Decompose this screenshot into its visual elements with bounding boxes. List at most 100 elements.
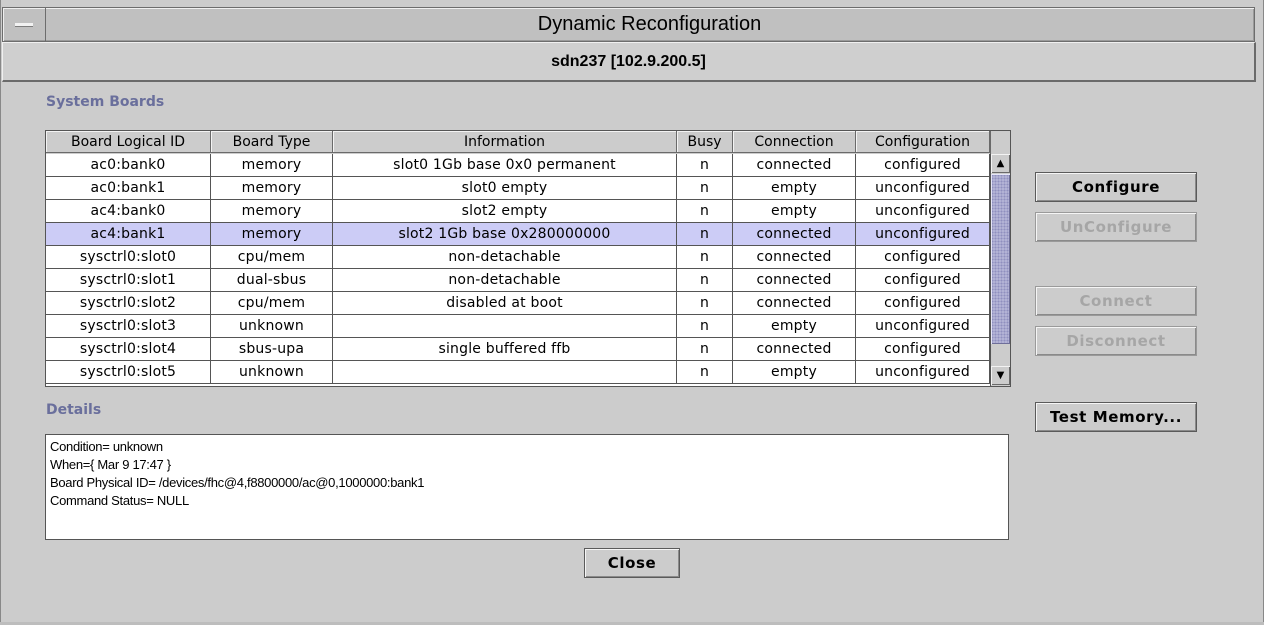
cell-information: disabled at boot	[333, 292, 677, 315]
cell-board-type: unknown	[211, 361, 333, 384]
cell-board-type: unknown	[211, 315, 333, 338]
host-label: sdn237 [102.9.200.5]	[551, 53, 706, 70]
title-bar[interactable]: Dynamic Reconfiguration	[2, 7, 1255, 42]
cell-configuration: configured	[856, 246, 990, 269]
table-row-selected[interactable]: ac4:bank1 memory slot2 1Gb base 0x280000…	[46, 223, 990, 246]
table-scrollbar[interactable]: ▲ ▼	[990, 154, 1010, 386]
cell-configuration: unconfigured	[856, 200, 990, 223]
details-label: Details	[46, 402, 102, 418]
window-title: Dynamic Reconfiguration	[537, 13, 762, 35]
cell-connection: connected	[733, 292, 856, 315]
cell-busy: n	[677, 200, 733, 223]
cell-board-type: cpu/mem	[211, 246, 333, 269]
cell-configuration: configured	[856, 292, 990, 315]
cell-busy: n	[677, 315, 733, 338]
host-header: sdn237 [102.9.200.5]	[2, 42, 1256, 82]
table-row[interactable]: sysctrl0:slot2 cpu/mem disabled at boot …	[46, 292, 990, 315]
cell-board-type: memory	[211, 223, 333, 246]
cell-connection: connected	[733, 223, 856, 246]
column-header-information[interactable]: Information	[333, 131, 677, 153]
cell-busy: n	[677, 269, 733, 292]
cell-busy: n	[677, 177, 733, 200]
scroll-down-arrow-icon[interactable]: ▼	[991, 366, 1010, 385]
table-row[interactable]: sysctrl0:slot1 dual-sbus non-detachable …	[46, 269, 990, 292]
cell-configuration: unconfigured	[856, 361, 990, 384]
cell-configuration: unconfigured	[856, 223, 990, 246]
cell-configuration: configured	[856, 154, 990, 177]
cell-connection: empty	[733, 361, 856, 384]
cell-connection: connected	[733, 269, 856, 292]
cell-information: non-detachable	[333, 269, 677, 292]
cell-configuration: unconfigured	[856, 177, 990, 200]
cell-board-logical-id: sysctrl0:slot4	[46, 338, 211, 361]
system-boards-table: Board Logical ID Board Type Information …	[45, 130, 1011, 387]
cell-board-type: memory	[211, 154, 333, 177]
cell-board-type: sbus-upa	[211, 338, 333, 361]
cell-board-logical-id: sysctrl0:slot1	[46, 269, 211, 292]
cell-information: slot0 1Gb base 0x0 permanent	[333, 154, 677, 177]
cell-busy: n	[677, 246, 733, 269]
table-row[interactable]: sysctrl0:slot3 unknown n empty unconfigu…	[46, 315, 990, 338]
table-row[interactable]: ac4:bank0 memory slot2 empty n empty unc…	[46, 200, 990, 223]
table-row[interactable]: sysctrl0:slot4 sbus-upa single buffered …	[46, 338, 990, 361]
cell-connection: connected	[733, 246, 856, 269]
cell-information: non-detachable	[333, 246, 677, 269]
column-header-busy[interactable]: Busy	[677, 131, 733, 153]
unconfigure-button[interactable]: UnConfigure	[1035, 212, 1197, 242]
cell-board-logical-id: ac4:bank1	[46, 223, 211, 246]
table-row[interactable]: ac0:bank1 memory slot0 empty n empty unc…	[46, 177, 990, 200]
scrollbar-thumb[interactable]	[991, 174, 1010, 344]
cell-connection: connected	[733, 338, 856, 361]
cell-board-logical-id: ac4:bank0	[46, 200, 211, 223]
column-header-board-type[interactable]: Board Type	[211, 131, 333, 153]
cell-board-logical-id: sysctrl0:slot5	[46, 361, 211, 384]
cell-information: single buffered ffb	[333, 338, 677, 361]
cell-information: slot2 1Gb base 0x280000000	[333, 223, 677, 246]
column-header-board-logical-id[interactable]: Board Logical ID	[46, 131, 211, 153]
cell-busy: n	[677, 223, 733, 246]
close-button[interactable]: Close	[584, 548, 680, 578]
configure-button[interactable]: Configure	[1035, 172, 1197, 202]
cell-configuration: configured	[856, 269, 990, 292]
cell-busy: n	[677, 361, 733, 384]
cell-information: slot0 empty	[333, 177, 677, 200]
details-line-command-status: Command Status= NULL	[50, 493, 189, 508]
details-line-condition: Condition= unknown	[50, 439, 163, 454]
dialog-window: Dynamic Reconfiguration sdn237 [102.9.20…	[0, 0, 1264, 623]
table-corner	[990, 131, 1010, 154]
cell-board-type: memory	[211, 200, 333, 223]
cell-board-logical-id: ac0:bank0	[46, 154, 211, 177]
cell-busy: n	[677, 292, 733, 315]
cell-board-logical-id: sysctrl0:slot3	[46, 315, 211, 338]
system-boards-label: System Boards	[46, 94, 165, 110]
cell-information	[333, 361, 677, 384]
test-memory-button[interactable]: Test Memory...	[1035, 402, 1197, 432]
cell-board-logical-id: sysctrl0:slot0	[46, 246, 211, 269]
column-header-connection[interactable]: Connection	[733, 131, 856, 153]
disconnect-button[interactable]: Disconnect	[1035, 326, 1197, 356]
details-text-area[interactable]: Condition= unknown When={ Mar 9 17:47 } …	[45, 434, 1009, 540]
cell-configuration: unconfigured	[856, 315, 990, 338]
cell-board-type: memory	[211, 177, 333, 200]
cell-connection: connected	[733, 154, 856, 177]
cell-board-logical-id: sysctrl0:slot2	[46, 292, 211, 315]
table-row[interactable]: sysctrl0:slot5 unknown n empty unconfigu…	[46, 361, 990, 384]
cell-board-type: dual-sbus	[211, 269, 333, 292]
window-menu-button[interactable]	[3, 8, 46, 41]
table-header: Board Logical ID Board Type Information …	[46, 131, 990, 154]
column-header-configuration[interactable]: Configuration	[856, 131, 990, 153]
table-row[interactable]: sysctrl0:slot0 cpu/mem non-detachable n …	[46, 246, 990, 269]
details-line-physical-id: Board Physical ID= /devices/fhc@4,f88000…	[50, 475, 425, 490]
cell-connection: empty	[733, 177, 856, 200]
scroll-up-arrow-icon[interactable]: ▲	[991, 154, 1010, 173]
table-body: ac0:bank0 memory slot0 1Gb base 0x0 perm…	[46, 154, 990, 384]
connect-button[interactable]: Connect	[1035, 286, 1197, 316]
table-row[interactable]: ac0:bank0 memory slot0 1Gb base 0x0 perm…	[46, 154, 990, 177]
cell-busy: n	[677, 338, 733, 361]
cell-busy: n	[677, 154, 733, 177]
cell-connection: empty	[733, 200, 856, 223]
cell-information	[333, 315, 677, 338]
cell-configuration: configured	[856, 338, 990, 361]
cell-board-logical-id: ac0:bank1	[46, 177, 211, 200]
cell-connection: empty	[733, 315, 856, 338]
